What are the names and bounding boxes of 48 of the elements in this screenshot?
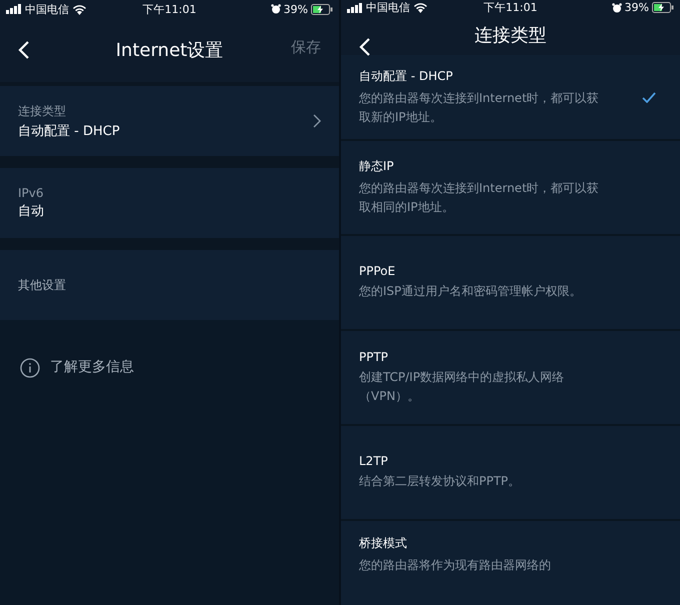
battery-charging-icon	[652, 2, 674, 13]
status-time: 下午11:01	[484, 0, 538, 15]
option-description: 您的路由器将作为现有路由器网络的	[359, 557, 552, 574]
option-title: PPPoE	[359, 264, 396, 278]
learn-more-link[interactable]: 了解更多信息	[50, 358, 134, 376]
option-description: 您的路由器每次连接到Internet时，都可以获取新的IP地址。	[359, 90, 600, 126]
setting-label: 其他设置	[18, 276, 66, 294]
screen-title: Internet设置	[116, 39, 224, 62]
option-title: L2TP	[359, 454, 389, 468]
back-icon[interactable]	[359, 37, 371, 57]
option-title: 桥接模式	[359, 535, 408, 552]
alarm-icon	[270, 4, 281, 14]
connection-option[interactable]: PPTP 创建TCP/IP数据网络中的虚拟私人网络（VPN）。	[341, 331, 680, 424]
alarm-icon	[612, 2, 622, 12]
option-title: 静态IP	[359, 158, 395, 176]
settings-row[interactable]: 连接类型 自动配置 - DHCP	[0, 86, 339, 156]
connection-option[interactable]: 桥接模式 您的路由器将作为现有路由器网络的	[341, 521, 680, 605]
option-description: 您的路由器每次连接到Internet时，都可以获取相同的IP地址。	[359, 180, 600, 216]
setting-label: IPv6	[18, 186, 44, 200]
battery-percent: 39%	[284, 2, 308, 16]
chevron-icon	[313, 114, 321, 128]
settings-row[interactable]: 其他设置	[0, 250, 339, 320]
setting-label: 连接类型	[18, 102, 67, 120]
connection-option[interactable]: L2TP 结合第二层转发协议和PPTP。	[341, 426, 680, 519]
signal-icon	[347, 2, 363, 12]
battery-charging-icon	[310, 4, 333, 14]
connection-option[interactable]: 静态IP 您的路由器每次连接到Internet时，都可以获取相同的IP地址。	[341, 141, 680, 234]
option-description: 创建TCP/IP数据网络中的虚拟私人网络（VPN）。	[359, 368, 566, 404]
screen-title: 连接类型	[474, 24, 546, 47]
battery-percent: 39%	[624, 1, 649, 14]
option-title: PPTP	[359, 350, 390, 364]
setting-value: 自动配置 - DHCP	[18, 122, 120, 140]
back-icon[interactable]	[18, 40, 30, 60]
wifi-icon	[72, 4, 87, 14]
signal-icon	[6, 4, 22, 14]
option-title: 自动配置 - DHCP	[359, 68, 454, 85]
connection-option[interactable]: PPPoE 您的ISP通过用户名和密码管理帐户权限。	[341, 236, 680, 329]
save-button[interactable]: 保存	[291, 38, 321, 57]
carrier-name: 中国电信	[366, 0, 410, 15]
wifi-icon	[413, 2, 428, 13]
setting-value: 自动	[18, 203, 44, 220]
status-time: 下午11:01	[142, 2, 196, 16]
info-icon	[20, 358, 40, 378]
connection-option[interactable]: 自动配置 - DHCP 您的路由器每次连接到Internet时，都可以获取新的IP地址。	[341, 55, 680, 139]
option-description: 结合第二层转发协议和PPTP。	[359, 473, 522, 490]
carrier-name: 中国电信	[25, 2, 69, 16]
settings-row[interactable]: IPv6 自动	[0, 168, 339, 238]
option-description: 您的ISP通过用户名和密码管理帐户权限。	[359, 283, 582, 300]
